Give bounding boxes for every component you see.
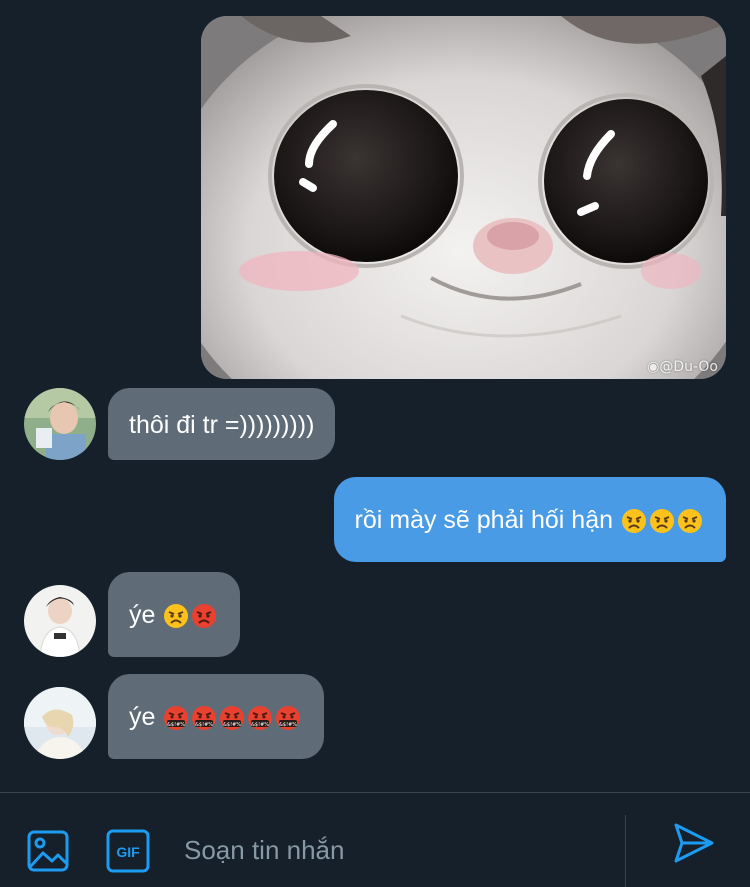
cursing-face-icon: &$!#% bbox=[192, 706, 217, 731]
angry-face-icon bbox=[622, 509, 646, 534]
cat-photo bbox=[201, 16, 726, 379]
emoji-group bbox=[163, 573, 219, 658]
message-input[interactable]: Soạn tin nhắn bbox=[184, 835, 344, 866]
message-bubble-incoming[interactable]: thôi đi tr =))))))))) bbox=[108, 388, 336, 460]
image-message[interactable]: ◉@Du-Oo bbox=[201, 16, 726, 379]
message-text: rồi mày sẽ phải hối hận bbox=[354, 505, 613, 534]
angry-face-icon bbox=[164, 604, 189, 629]
svg-text:&$!#%: &$!#% bbox=[167, 722, 185, 728]
cursing-face-icon: &$!#% bbox=[164, 706, 189, 731]
svg-text:&$!#%: &$!#% bbox=[251, 722, 269, 728]
emoji-group bbox=[621, 478, 705, 563]
message-bubble-incoming[interactable]: ýe &$!#% &$!#% &$!#% &$!#% &$!#% bbox=[108, 674, 325, 760]
message-bubble-outgoing[interactable]: rồi mày sẽ phải hối hận bbox=[333, 477, 726, 563]
message-composer: GIF Soạn tin nhắn bbox=[0, 792, 750, 887]
svg-text:&$!#%: &$!#% bbox=[279, 722, 297, 728]
gif-label: GIF bbox=[116, 844, 140, 860]
svg-text:&$!#%: &$!#% bbox=[223, 722, 241, 728]
message-text: thôi đi tr =))))))))) bbox=[129, 411, 315, 440]
divider bbox=[625, 815, 626, 887]
cursing-face-icon: &$!#% bbox=[276, 706, 301, 731]
cursing-face-icon: &$!#% bbox=[248, 706, 273, 731]
message-text: ýe bbox=[129, 600, 156, 629]
angry-face-icon bbox=[650, 509, 674, 534]
emoji-group: &$!#% &$!#% &$!#% &$!#% &$!#% bbox=[163, 675, 303, 760]
message-bubble-incoming[interactable]: ýe bbox=[108, 572, 241, 658]
avatar[interactable] bbox=[24, 687, 96, 759]
pouting-face-icon bbox=[192, 604, 217, 629]
image-watermark: ◉@Du-Oo bbox=[647, 359, 718, 375]
send-icon[interactable] bbox=[672, 821, 716, 870]
cursing-face-icon: &$!#% bbox=[220, 706, 245, 731]
conversation-thread[interactable]: ◉@Du-Oo thôi đi tr =))))))))) rồi mày sẽ… bbox=[0, 0, 750, 792]
weibo-icon: ◉ bbox=[647, 359, 660, 375]
avatar[interactable] bbox=[24, 585, 96, 657]
gif-icon[interactable]: GIF bbox=[106, 829, 150, 878]
avatar[interactable] bbox=[24, 388, 96, 460]
angry-face-icon bbox=[678, 509, 702, 534]
message-text: ýe bbox=[129, 702, 156, 731]
svg-text:&$!#%: &$!#% bbox=[195, 722, 213, 728]
image-icon[interactable] bbox=[26, 829, 70, 878]
